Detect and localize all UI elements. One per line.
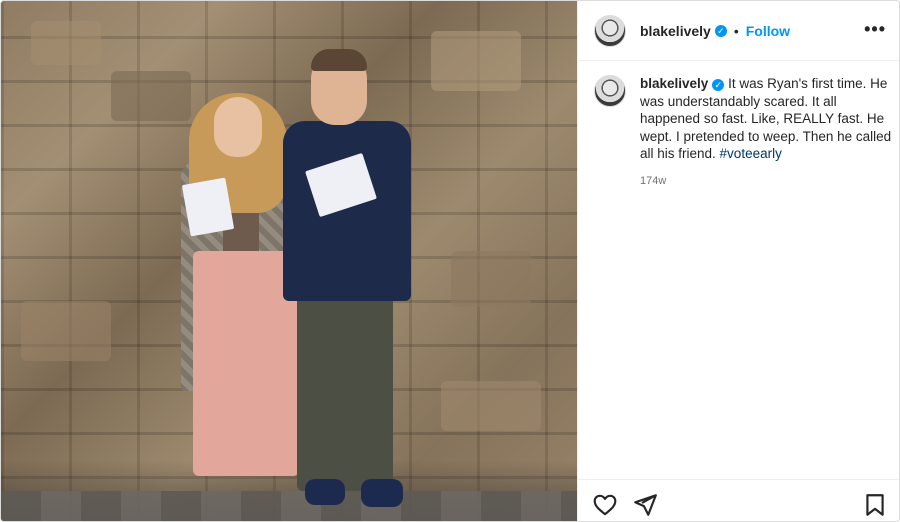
instagram-post: blakelively ✓ • Follow ••• blakelively ✓ … <box>0 0 900 522</box>
wall-stone <box>431 31 521 91</box>
heart-icon[interactable] <box>592 492 618 518</box>
floor <box>1 491 577 521</box>
separator-dot: • <box>733 22 739 39</box>
hashtag-link[interactable]: #voteearly <box>720 146 782 161</box>
post-photo[interactable] <box>1 1 577 521</box>
follow-button[interactable]: Follow <box>746 23 790 39</box>
send-icon[interactable] <box>632 492 658 518</box>
author-avatar[interactable] <box>594 14 626 47</box>
man-shoe <box>361 479 403 507</box>
woman-booklet <box>181 177 235 237</box>
caption-avatar[interactable] <box>594 75 626 107</box>
action-bar <box>578 479 899 521</box>
caption-username[interactable]: blakelively <box>640 76 708 91</box>
man-hair <box>311 49 367 71</box>
verified-badge-icon: ✓ <box>712 79 725 91</box>
post-header: blakelively ✓ • Follow ••• <box>578 1 899 61</box>
post-side-panel: blakelively ✓ • Follow ••• blakelively ✓ … <box>577 1 899 521</box>
wall-stone <box>441 381 541 431</box>
caption-body: blakelively ✓ It was Ryan's first time. H… <box>640 75 894 190</box>
post-timestamp[interactable]: 174w <box>640 173 894 191</box>
man-shoe <box>305 479 345 505</box>
wall-stone <box>21 301 111 361</box>
man-pants <box>297 291 393 491</box>
more-options-icon[interactable]: ••• <box>864 20 886 38</box>
wall-stone <box>451 251 531 307</box>
caption: blakelively ✓ It was Ryan's first time. H… <box>594 75 894 190</box>
bookmark-icon[interactable] <box>862 492 888 518</box>
wall-stone <box>111 71 191 121</box>
author-username[interactable]: blakelively <box>640 23 711 39</box>
wall-stone <box>31 21 101 65</box>
woman-face <box>214 97 262 157</box>
verified-badge-icon: ✓ <box>714 24 727 37</box>
man-shirt <box>283 121 411 301</box>
